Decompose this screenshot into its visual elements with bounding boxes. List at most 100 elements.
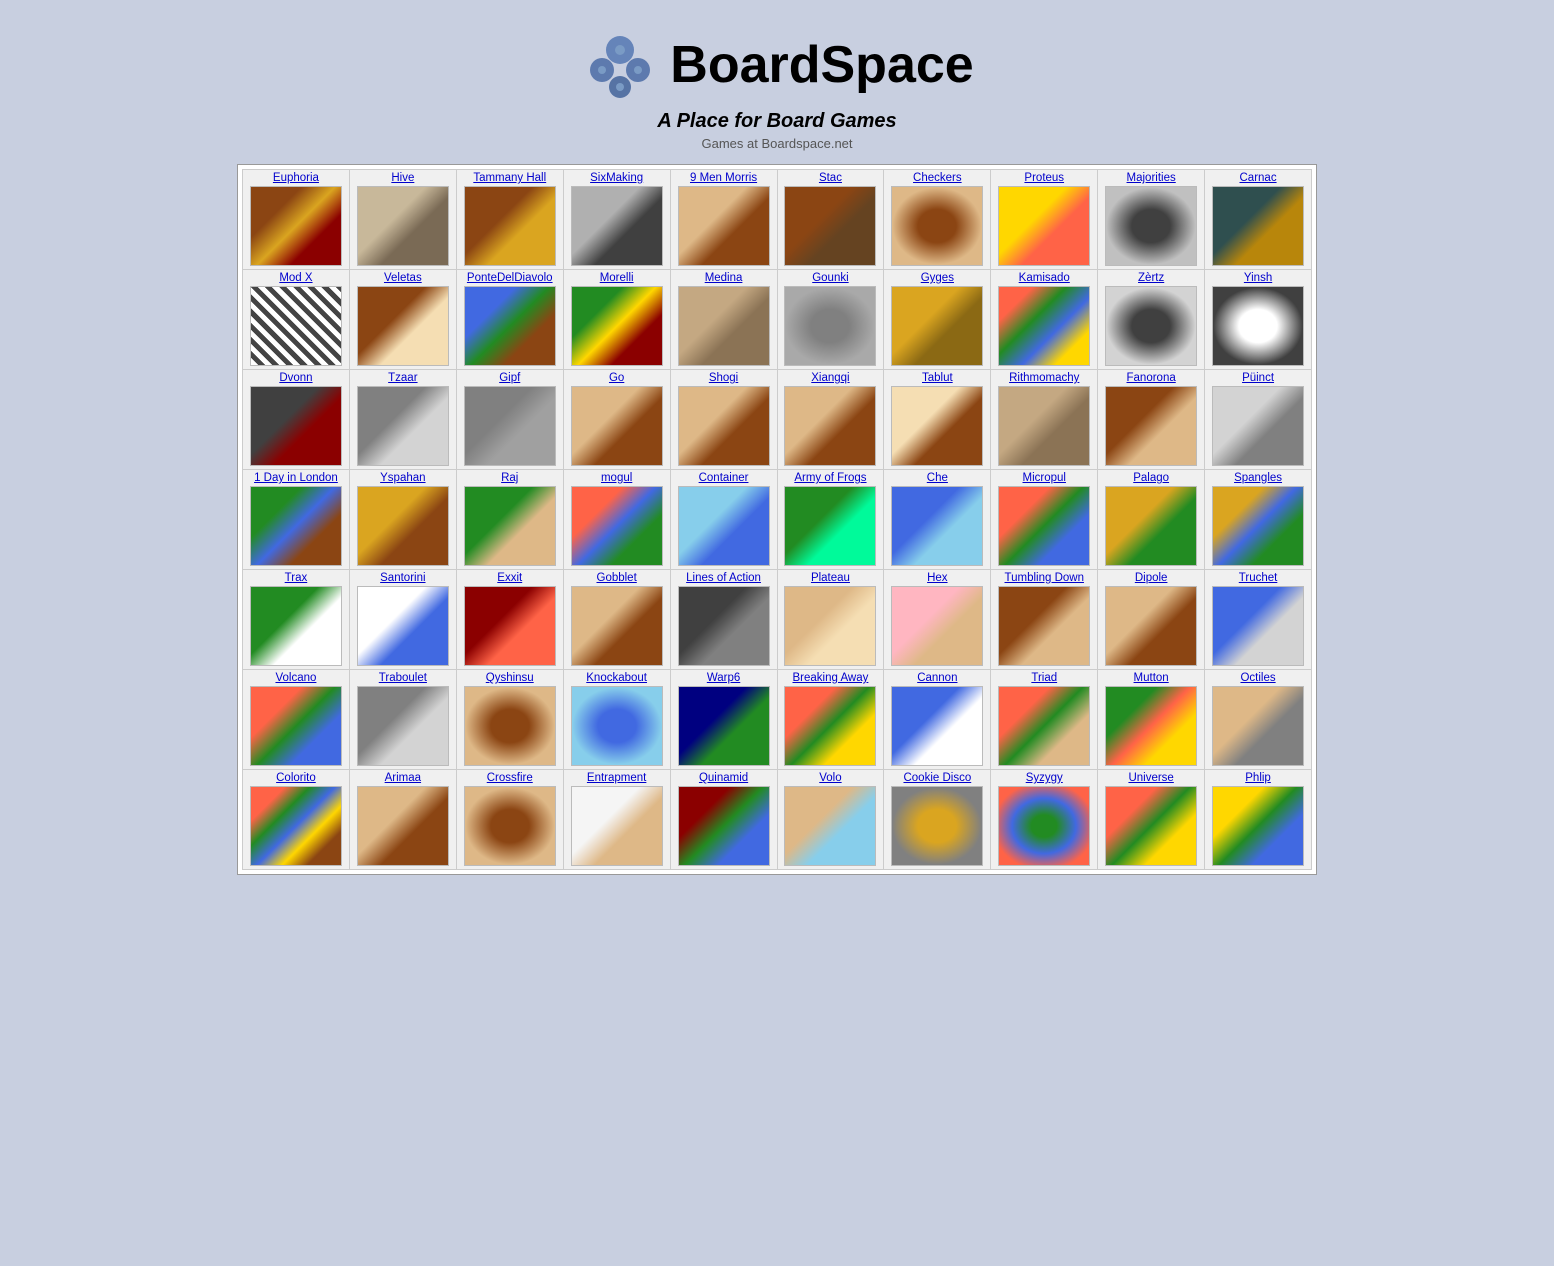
game-link[interactable]: Xiangqi [779,372,883,384]
game-thumbnail [998,186,1090,266]
game-link[interactable]: Spangles [1206,472,1310,484]
game-cell: Tammany Hall [457,170,564,270]
page-wrapper: BoardSpace A Place for Board Games Games… [227,0,1327,885]
game-cell: mogul [564,470,671,570]
game-link[interactable]: Syzygy [992,772,1096,784]
game-link[interactable]: Cookie Disco [885,772,989,784]
game-thumbnail [1212,286,1304,366]
game-link[interactable]: Hive [351,172,455,184]
game-link[interactable]: Army of Frogs [779,472,883,484]
game-link[interactable]: 9 Men Morris [672,172,776,184]
game-link[interactable]: Breaking Away [779,672,883,684]
game-link[interactable]: Checkers [885,172,989,184]
logo-area: BoardSpace [237,25,1317,105]
game-link[interactable]: Gyges [885,272,989,284]
game-link[interactable]: Triad [992,672,1096,684]
game-link[interactable]: Mutton [1099,672,1203,684]
game-thumbnail [357,186,449,266]
game-link[interactable]: Qyshinsu [458,672,562,684]
game-link[interactable]: Gounki [779,272,883,284]
game-cell: Zèrtz [1098,270,1205,370]
game-thumbnail [464,586,556,666]
game-cell: Gobblet [564,570,671,670]
game-link[interactable]: Majorities [1099,172,1203,184]
game-link[interactable]: Quinamid [672,772,776,784]
game-cell: Cannon [884,670,991,770]
game-link[interactable]: Container [672,472,776,484]
game-link[interactable]: Carnac [1206,172,1310,184]
site-title: BoardSpace [670,35,973,95]
game-link[interactable]: Tammany Hall [458,172,562,184]
game-cell: Gounki [778,270,885,370]
game-cell: Universe [1098,770,1205,870]
game-link[interactable]: Plateau [779,572,883,584]
game-link[interactable]: mogul [565,472,669,484]
game-link[interactable]: Tablut [885,372,989,384]
game-link[interactable]: Shogi [672,372,776,384]
game-thumbnail [250,786,342,866]
game-thumbnail [250,386,342,466]
game-link[interactable]: Exxit [458,572,562,584]
game-thumbnail [1212,486,1304,566]
game-thumbnail [1212,186,1304,266]
game-link[interactable]: Mod X [244,272,348,284]
game-link[interactable]: Go [565,372,669,384]
game-link[interactable]: Trax [244,572,348,584]
game-link[interactable]: Entrapment [565,772,669,784]
game-link[interactable]: Truchet [1206,572,1310,584]
game-thumbnail [250,686,342,766]
game-link[interactable]: Hex [885,572,989,584]
game-link[interactable]: Rithmomachy [992,372,1096,384]
game-link[interactable]: Cannon [885,672,989,684]
game-link[interactable]: Stac [779,172,883,184]
logo-icon [580,25,660,105]
game-link[interactable]: Fanorona [1099,372,1203,384]
game-link[interactable]: Santorini [351,572,455,584]
header: BoardSpace A Place for Board Games Games… [237,10,1317,164]
game-link[interactable]: Palago [1099,472,1203,484]
game-link[interactable]: Raj [458,472,562,484]
game-cell: Exxit [457,570,564,670]
game-link[interactable]: Phlip [1206,772,1310,784]
game-link[interactable]: 1 Day in London [244,472,348,484]
game-link[interactable]: Yspahan [351,472,455,484]
game-link[interactable]: Volo [779,772,883,784]
game-link[interactable]: Yinsh [1206,272,1310,284]
game-link[interactable]: SixMaking [565,172,669,184]
game-cell: Truchet [1205,570,1312,670]
game-cell: Quinamid [671,770,778,870]
game-link[interactable]: Dvonn [244,372,348,384]
game-cell: Dipole [1098,570,1205,670]
game-link[interactable]: Euphoria [244,172,348,184]
game-link[interactable]: Octiles [1206,672,1310,684]
game-link[interactable]: Kamisado [992,272,1096,284]
game-link[interactable]: Traboulet [351,672,455,684]
game-thumbnail [784,786,876,866]
game-link[interactable]: Zèrtz [1099,272,1203,284]
game-link[interactable]: PonteDelDiavolo [458,272,562,284]
game-cell: Knockabout [564,670,671,770]
game-cell: Tablut [884,370,991,470]
game-link[interactable]: Knockabout [565,672,669,684]
game-link[interactable]: Lines of Action [672,572,776,584]
game-link[interactable]: Püinct [1206,372,1310,384]
game-link[interactable]: Crossfire [458,772,562,784]
game-link[interactable]: Volcano [244,672,348,684]
game-link[interactable]: Warp6 [672,672,776,684]
game-link[interactable]: Medina [672,272,776,284]
game-link[interactable]: Proteus [992,172,1096,184]
game-thumbnail [784,386,876,466]
game-link[interactable]: Tzaar [351,372,455,384]
game-link[interactable]: Che [885,472,989,484]
game-link[interactable]: Arimaa [351,772,455,784]
game-link[interactable]: Micropul [992,472,1096,484]
game-link[interactable]: Gipf [458,372,562,384]
game-link[interactable]: Colorito [244,772,348,784]
game-link[interactable]: Gobblet [565,572,669,584]
game-link[interactable]: Morelli [565,272,669,284]
game-link[interactable]: Tumbling Down [992,572,1096,584]
game-link[interactable]: Universe [1099,772,1203,784]
game-link[interactable]: Veletas [351,272,455,284]
game-link[interactable]: Dipole [1099,572,1203,584]
game-cell: Yinsh [1205,270,1312,370]
